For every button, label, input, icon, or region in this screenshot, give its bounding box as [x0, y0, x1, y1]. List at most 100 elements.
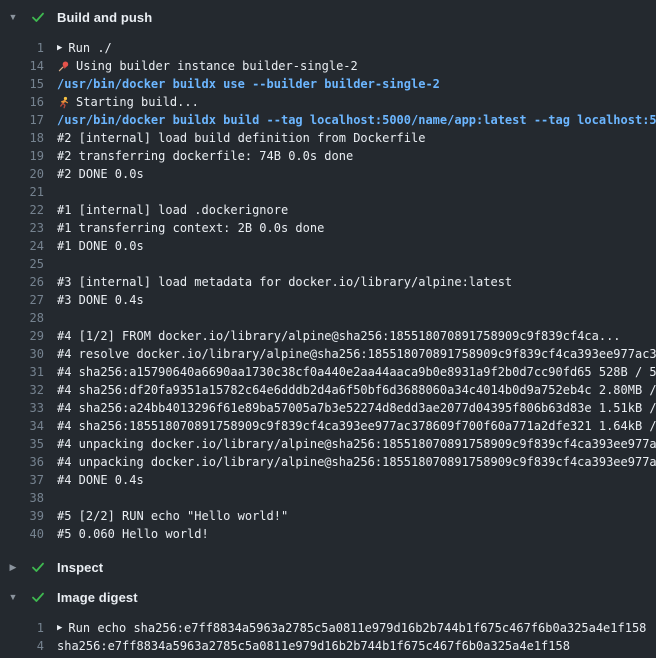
line-number[interactable]: 1: [0, 41, 44, 55]
line-content: #4 unpacking docker.io/library/alpine@sh…: [57, 437, 656, 451]
line-number[interactable]: 17: [0, 113, 44, 127]
runner-icon: [57, 96, 70, 109]
line-number[interactable]: 15: [0, 77, 44, 91]
line-number[interactable]: 23: [0, 221, 44, 235]
section-header[interactable]: ▼ Image digest: [0, 582, 656, 612]
log-line: 25: [0, 255, 656, 273]
line-text: /usr/bin/docker buildx build --tag local…: [57, 113, 656, 127]
line-content: #2 [internal] load build definition from…: [57, 131, 656, 145]
log-line: 35 #4 unpacking docker.io/library/alpine…: [0, 435, 656, 453]
line-number[interactable]: 24: [0, 239, 44, 253]
section-header[interactable]: ▼ Build and push: [0, 2, 656, 32]
line-content: /usr/bin/docker buildx use --builder bui…: [57, 77, 656, 91]
line-number[interactable]: 32: [0, 383, 44, 397]
line-number[interactable]: 16: [0, 95, 44, 109]
section-header[interactable]: ▶ Inspect: [0, 552, 656, 582]
run-expand-icon[interactable]: ▶: [57, 624, 62, 633]
chevron-down-icon[interactable]: ▼: [6, 593, 20, 602]
line-number[interactable]: 18: [0, 131, 44, 145]
log-line: 1 ▶ Run echo sha256:e7ff8834a5963a2785c5a…: [0, 619, 656, 637]
actions-log-viewer: ▼ Build and push 1 ▶Run ./ 14 Using buil…: [0, 0, 656, 658]
line-number[interactable]: 40: [0, 527, 44, 541]
line-number[interactable]: 30: [0, 347, 44, 361]
line-number[interactable]: 29: [0, 329, 44, 343]
line-number[interactable]: 21: [0, 185, 44, 199]
line-number[interactable]: 31: [0, 365, 44, 379]
line-text: #4 resolve docker.io/library/alpine@sha2…: [57, 347, 656, 361]
line-text: #4 unpacking docker.io/library/alpine@sh…: [57, 437, 656, 451]
line-number[interactable]: 14: [0, 59, 44, 73]
log-line: 34 #4 sha256:185518070891758909c9f839cf4…: [0, 417, 656, 435]
line-content: ▶ Run ./: [57, 41, 656, 55]
log-line: 1 ▶ Run ./: [0, 39, 656, 57]
line-text: #4 sha256:185518070891758909c9f839cf4ca3…: [57, 419, 656, 433]
line-text: Starting build...: [76, 95, 199, 109]
line-number[interactable]: 33: [0, 401, 44, 415]
log-line: 24 #1 DONE 0.0s: [0, 237, 656, 255]
line-content: /usr/bin/docker buildx build --tag local…: [57, 113, 656, 127]
line-content: #3 [internal] load metadata for docker.i…: [57, 275, 656, 289]
line-number[interactable]: 34: [0, 419, 44, 433]
line-content: #1 DONE 0.0s: [57, 239, 656, 253]
line-text: Run ./: [68, 41, 111, 55]
line-number[interactable]: 25: [0, 257, 44, 271]
log-line: 38: [0, 489, 656, 507]
run-expand-icon[interactable]: ▶: [57, 44, 62, 53]
line-content: #2 DONE 0.0s: [57, 167, 656, 181]
success-check-icon: [30, 559, 46, 575]
log-line: 29 #4 [1/2] FROM docker.io/library/alpin…: [0, 327, 656, 345]
line-text: Run echo sha256:e7ff8834a5963a2785c5a081…: [68, 621, 646, 635]
line-number[interactable]: 27: [0, 293, 44, 307]
line-number[interactable]: 20: [0, 167, 44, 181]
line-content: #5 0.060 Hello world!: [57, 527, 656, 541]
line-text: Using builder instance builder-single-2: [76, 59, 358, 73]
line-number[interactable]: 38: [0, 491, 44, 505]
chevron-right-icon[interactable]: ▶: [6, 563, 20, 572]
line-text: #1 [internal] load .dockerignore: [57, 203, 288, 217]
log-line: 14 Using builder instance builder-single…: [0, 57, 656, 75]
line-number[interactable]: 35: [0, 437, 44, 451]
log-line: 15 /usr/bin/docker buildx use --builder …: [0, 75, 656, 93]
log-line: 28: [0, 309, 656, 327]
log-line: 32 #4 sha256:df20fa9351a15782c64e6dddb2d…: [0, 381, 656, 399]
chevron-down-icon[interactable]: ▼: [6, 13, 20, 22]
line-content: Starting build...: [57, 95, 656, 109]
line-content: #4 resolve docker.io/library/alpine@sha2…: [57, 347, 656, 361]
log-lines: 1 ▶ Run echo sha256:e7ff8834a5963a2785c5a…: [0, 612, 656, 658]
line-content: #4 unpacking docker.io/library/alpine@sh…: [57, 455, 656, 469]
line-text: #4 unpacking docker.io/library/alpine@sh…: [57, 455, 656, 469]
log-line: 17 /usr/bin/docker buildx build --tag lo…: [0, 111, 656, 129]
line-number[interactable]: 39: [0, 509, 44, 523]
line-content: ▶ Run echo sha256:e7ff8834a5963a2785c5a08…: [57, 621, 656, 635]
line-text: #4 sha256:df20fa9351a15782c64e6dddb2d4a6…: [57, 383, 656, 397]
line-content: Using builder instance builder-single-2: [57, 59, 656, 73]
line-text: #1 transferring context: 2B 0.0s done: [57, 221, 324, 235]
log-line: 27 #3 DONE 0.4s: [0, 291, 656, 309]
line-text: sha256:e7ff8834a5963a2785c5a0811e979d16b…: [57, 639, 570, 653]
log-lines: 1 ▶ Run ./ 14 Using builder instance buil…: [0, 32, 656, 552]
line-number[interactable]: 26: [0, 275, 44, 289]
section-image-digest: ▼ Image digest 1 ▶ Run echo sha256:e7ff88…: [0, 582, 656, 658]
line-text: #1 DONE 0.0s: [57, 239, 144, 253]
line-text: #4 sha256:a24bb4013296f61e89ba57005a7b3e…: [57, 401, 656, 415]
line-number[interactable]: 37: [0, 473, 44, 487]
line-content: #1 [internal] load .dockerignore: [57, 203, 656, 217]
line-number[interactable]: 28: [0, 311, 44, 325]
line-number[interactable]: 4: [0, 639, 44, 653]
line-number[interactable]: 1: [0, 621, 44, 635]
section-inspect: ▶ Inspect: [0, 552, 656, 582]
line-number[interactable]: 22: [0, 203, 44, 217]
line-text: #3 [internal] load metadata for docker.i…: [57, 275, 512, 289]
line-text: #4 [1/2] FROM docker.io/library/alpine@s…: [57, 329, 621, 343]
line-content: #2 transferring dockerfile: 74B 0.0s don…: [57, 149, 656, 163]
line-content: #1 transferring context: 2B 0.0s done: [57, 221, 656, 235]
success-check-icon: [30, 9, 46, 25]
line-text: /usr/bin/docker buildx use --builder bui…: [57, 77, 440, 91]
line-content: #4 sha256:df20fa9351a15782c64e6dddb2d4a6…: [57, 383, 656, 397]
line-content: #4 sha256:a24bb4013296f61e89ba57005a7b3e…: [57, 401, 656, 415]
pin-icon: [57, 60, 70, 73]
log-line: 36 #4 unpacking docker.io/library/alpine…: [0, 453, 656, 471]
line-number[interactable]: 36: [0, 455, 44, 469]
section-title: Build and push: [57, 10, 152, 25]
line-number[interactable]: 19: [0, 149, 44, 163]
